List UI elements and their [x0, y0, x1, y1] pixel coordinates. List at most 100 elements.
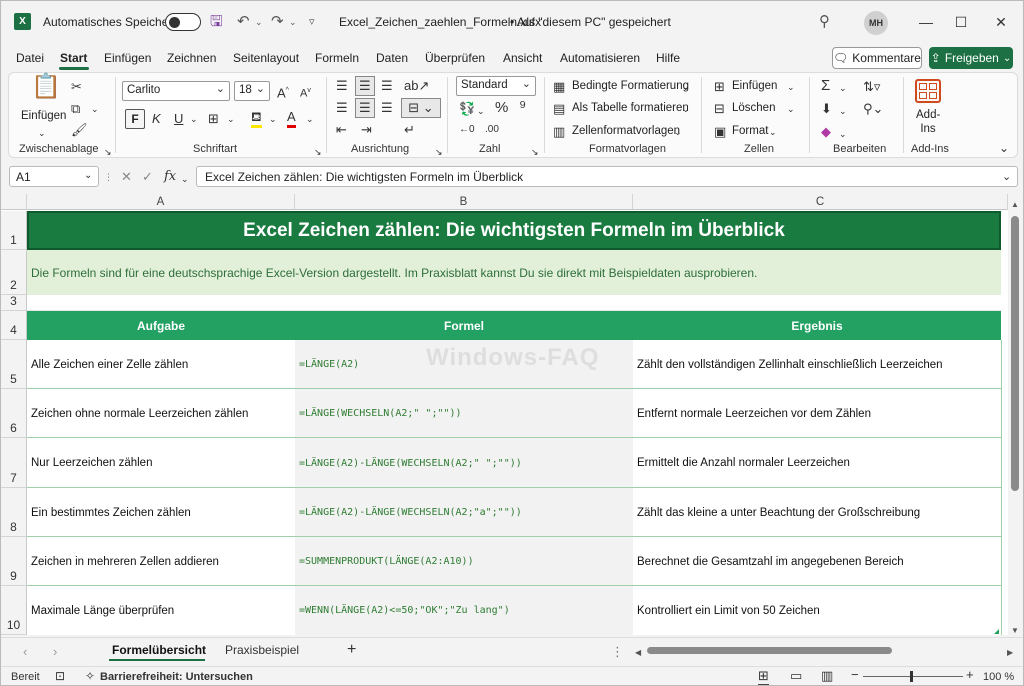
tab-zeichnen[interactable]: Zeichnen: [167, 51, 216, 65]
confirm-icon[interactable]: ✓: [142, 169, 153, 185]
redo-icon[interactable]: ↷: [271, 13, 284, 31]
fill-dropdown-icon[interactable]: ⌄: [269, 111, 277, 127]
empty-row[interactable]: [27, 295, 1001, 311]
thousands-separator-icon[interactable]: ⁹: [519, 98, 526, 115]
share-button[interactable]: ⇪ Freigeben ⌄: [929, 47, 1013, 69]
copy-icon[interactable]: ⧉: [71, 101, 80, 117]
tab-formeln[interactable]: Formeln: [315, 51, 359, 65]
zoom-out-icon[interactable]: −: [851, 667, 859, 682]
clear-icon[interactable]: ◆: [821, 124, 831, 140]
maximize-icon[interactable]: ☐: [949, 11, 973, 33]
italic-button[interactable]: K: [152, 111, 161, 127]
cell-styles-button[interactable]: Zellenformatvorlagen: [572, 125, 680, 137]
chevron-down-icon[interactable]: ⌄: [84, 168, 92, 184]
formula-input[interactable]: Excel Zeichen zählen: Die wichtigsten Fo…: [196, 166, 1018, 187]
cell-aufgabe[interactable]: Ein bestimmtes Zeichen zählen: [27, 488, 295, 537]
cell-styles-icon[interactable]: ▥: [553, 124, 565, 140]
increase-indent-icon[interactable]: ⇥: [361, 122, 372, 138]
currency-dropdown-icon[interactable]: ⌄: [477, 103, 485, 119]
vertical-scroll-thumb[interactable]: [1011, 216, 1019, 491]
row-header[interactable]: 1: [1, 211, 27, 250]
tab-automatisieren[interactable]: Automatisieren: [560, 51, 640, 65]
horizontal-scroll-thumb[interactable]: [647, 647, 892, 654]
close-icon[interactable]: ✕: [989, 11, 1013, 33]
page-layout-icon[interactable]: ▭: [790, 668, 802, 684]
worksheet-grid[interactable]: A B C 1 2 3 4 5 6 7 8 9 10 Excel Zeichen…: [1, 194, 1008, 635]
undo-dropdown-icon[interactable]: ⌄: [255, 13, 263, 31]
customize-qat-icon[interactable]: ▿: [309, 13, 315, 31]
orientation-icon[interactable]: ab↗: [404, 78, 429, 94]
cell-aufgabe[interactable]: Zeichen ohne normale Leerzeichen zählen: [27, 389, 295, 438]
tab-einfuegen[interactable]: Einfügen: [104, 51, 151, 65]
fill-dropdown-icon[interactable]: ⌄: [839, 103, 847, 119]
zoom-slider[interactable]: [863, 676, 963, 677]
cut-icon[interactable]: ✂: [71, 79, 82, 95]
accessibility-icon[interactable]: ✧: [85, 669, 95, 683]
paste-label[interactable]: Einfügen: [21, 110, 66, 122]
scroll-left-icon[interactable]: ◀: [635, 645, 641, 661]
fill-color-icon[interactable]: ⛾: [251, 109, 262, 128]
header-aufgabe[interactable]: Aufgabe: [27, 311, 295, 340]
align-center-icon[interactable]: ☰: [355, 98, 375, 118]
tab-start[interactable]: Start: [60, 51, 87, 65]
tab-ansicht[interactable]: Ansicht: [503, 51, 542, 65]
tab-datei[interactable]: Datei: [16, 51, 44, 65]
font-launcher-icon[interactable]: ↘: [314, 144, 322, 160]
scroll-up-icon[interactable]: ▲: [1011, 197, 1019, 213]
font-color-icon[interactable]: A: [287, 109, 296, 128]
zoom-slider-thumb[interactable]: [910, 671, 913, 682]
format-painter-icon[interactable]: 🖌: [71, 122, 88, 138]
tab-seitenlayout[interactable]: Seitenlayout: [233, 51, 299, 65]
undo-icon[interactable]: ↶: [237, 13, 250, 31]
insert-cells-button[interactable]: Einfügen: [732, 80, 777, 92]
cell-ergebnis[interactable]: Ermittelt die Anzahl normaler Leerzeiche…: [633, 438, 1001, 488]
format-cells-button[interactable]: Format: [732, 125, 768, 137]
number-launcher-icon[interactable]: ↘: [531, 144, 539, 160]
cell-ergebnis[interactable]: Kontrolliert ein Limit von 50 Zeichen: [633, 586, 1001, 635]
macro-record-icon[interactable]: ⊡: [55, 669, 65, 683]
collapse-ribbon-icon[interactable]: ⌄: [999, 140, 1009, 156]
more-options-icon[interactable]: ⋮: [611, 644, 624, 660]
minimize-icon[interactable]: —: [914, 11, 938, 33]
alignment-launcher-icon[interactable]: ↘: [435, 144, 443, 160]
align-bottom-icon[interactable]: ☰: [381, 78, 393, 94]
avatar[interactable]: MH: [864, 11, 888, 35]
cell-ergebnis[interactable]: Zählt den vollständigen Zellinhalt einsc…: [633, 340, 1001, 389]
more-options-icon[interactable]: ⋮: [104, 169, 113, 185]
save-location[interactable]: • Auf "diesem PC" gespeichert: [510, 15, 671, 29]
addins-button[interactable]: Add-Ins: [916, 108, 940, 136]
align-right-icon[interactable]: ☰: [381, 100, 393, 116]
row-header[interactable]: 7: [1, 438, 27, 488]
fx-dropdown-icon[interactable]: ⌄: [181, 171, 189, 187]
table-resize-handle[interactable]: [994, 629, 999, 634]
font-size-select[interactable]: 18: [234, 81, 270, 101]
delete-cells-button[interactable]: Löschen: [732, 102, 775, 114]
insert-cells-icon[interactable]: ⊞: [714, 79, 725, 95]
underline-dropdown-icon[interactable]: ⌄: [190, 111, 198, 127]
column-header-b[interactable]: B: [295, 194, 633, 210]
tab-ueberpruefen[interactable]: Überprüfen: [425, 51, 485, 65]
decrease-font-icon[interactable]: Av: [300, 83, 311, 102]
accessibility-status[interactable]: Barrierefreiheit: Untersuchen: [100, 671, 253, 683]
header-formel[interactable]: Formel: [295, 311, 633, 340]
sheet-subtitle-cell[interactable]: Die Formeln sind für eine deutschsprachi…: [27, 250, 1001, 295]
autosave-toggle[interactable]: [165, 13, 201, 31]
normal-view-icon[interactable]: ⊞: [758, 668, 769, 685]
addins-icon[interactable]: [915, 79, 941, 103]
zoom-in-icon[interactable]: +: [966, 667, 974, 682]
format-as-table-button[interactable]: Als Tabelle formatieren: [572, 102, 689, 114]
tab-hilfe[interactable]: Hilfe: [656, 51, 680, 65]
clipboard-launcher-icon[interactable]: ↘: [104, 144, 112, 160]
wrap-text-icon[interactable]: ↵: [404, 122, 415, 138]
fill-icon[interactable]: ⬇: [821, 101, 832, 117]
cell-aufgabe[interactable]: Maximale Länge überprüfen: [27, 586, 295, 635]
cell-formel[interactable]: =LÄNGE(A2)-LÄNGE(WECHSELN(A2;"a";"")): [295, 488, 633, 537]
align-left-icon[interactable]: ☰: [336, 100, 348, 116]
decrease-decimal-icon[interactable]: .00: [485, 122, 499, 138]
next-sheet-icon[interactable]: ›: [53, 644, 57, 660]
border-icon[interactable]: ⊞: [208, 111, 219, 127]
font-family-select[interactable]: Carlito: [122, 81, 230, 101]
currency-icon[interactable]: 💱: [459, 101, 475, 117]
align-middle-icon[interactable]: ☰: [355, 76, 375, 96]
header-ergebnis[interactable]: Ergebnis: [633, 311, 1001, 340]
